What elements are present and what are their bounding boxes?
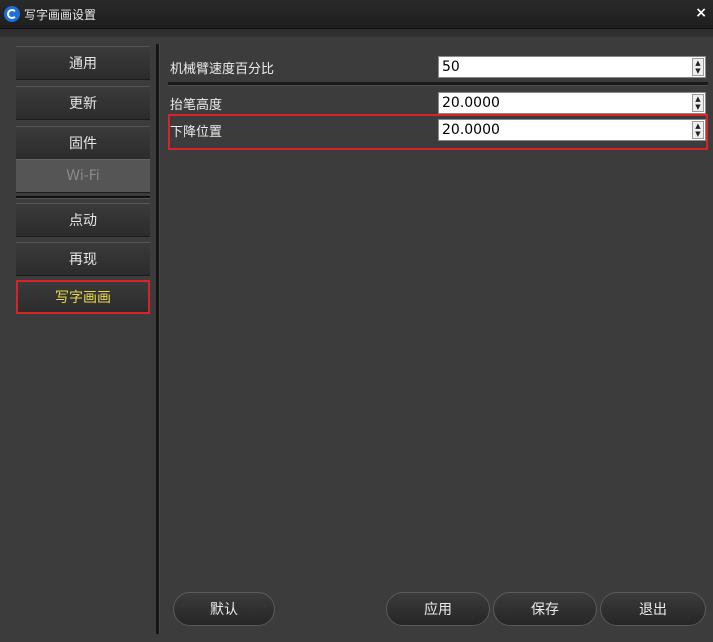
spin-up-icon[interactable]: ▲ [693, 59, 703, 67]
row-divider [168, 82, 708, 86]
sidebar-item-jog[interactable]: 点动 [16, 203, 150, 237]
window-title: 写字画画设置 [24, 8, 97, 22]
save-button[interactable]: 保存 [493, 592, 597, 626]
setting-row-lowered-position: 下降位置 ▲ ▼ [168, 117, 708, 143]
sidebar-divider [16, 196, 150, 199]
lowered-position-stepper[interactable]: ▲ ▼ [692, 121, 704, 139]
spin-up-icon[interactable]: ▲ [693, 122, 703, 130]
spin-down-icon[interactable]: ▼ [693, 130, 703, 138]
spin-up-icon[interactable]: ▲ [693, 95, 703, 103]
spin-down-icon[interactable]: ▼ [693, 67, 703, 75]
pen-lift-height-spinbox[interactable]: ▲ ▼ [438, 92, 706, 114]
sidebar-item-update[interactable]: 更新 [16, 86, 150, 120]
title-bar: 写字画画设置 × [0, 0, 713, 29]
apply-button[interactable]: 应用 [386, 592, 490, 626]
lowered-position-label: 下降位置 [170, 125, 223, 140]
panel-divider [156, 44, 160, 634]
sidebar-item-firmware[interactable]: 固件 [16, 126, 150, 160]
arm-speed-input[interactable] [439, 57, 690, 77]
arm-speed-label: 机械臂速度百分比 [170, 62, 275, 77]
spin-down-icon[interactable]: ▼ [693, 103, 703, 111]
exit-button[interactable]: 退出 [600, 592, 706, 626]
default-button[interactable]: 默认 [173, 592, 275, 626]
pen-lift-height-stepper[interactable]: ▲ ▼ [692, 94, 704, 112]
sidebar-item-wifi[interactable]: Wi-Fi [16, 159, 150, 193]
sidebar-item-playback[interactable]: 再现 [16, 242, 150, 276]
sidebar-item-general[interactable]: 通用 [16, 46, 150, 80]
setting-row-arm-speed: 机械臂速度百分比 ▲ ▼ [168, 54, 708, 80]
setting-row-pen-lift-height: 抬笔高度 ▲ ▼ [168, 90, 708, 116]
sidebar-item-writing-drawing[interactable]: 写字画画 [16, 280, 150, 314]
lowered-position-input[interactable] [439, 120, 690, 140]
toolbar-strip [0, 29, 713, 37]
arm-speed-stepper[interactable]: ▲ ▼ [692, 58, 704, 76]
pen-lift-height-input[interactable] [439, 93, 690, 113]
close-button[interactable]: × [695, 5, 707, 21]
app-logo-icon [4, 6, 20, 22]
lowered-position-spinbox[interactable]: ▲ ▼ [438, 119, 706, 141]
arm-speed-spinbox[interactable]: ▲ ▼ [438, 56, 706, 78]
pen-lift-height-label: 抬笔高度 [170, 98, 223, 113]
